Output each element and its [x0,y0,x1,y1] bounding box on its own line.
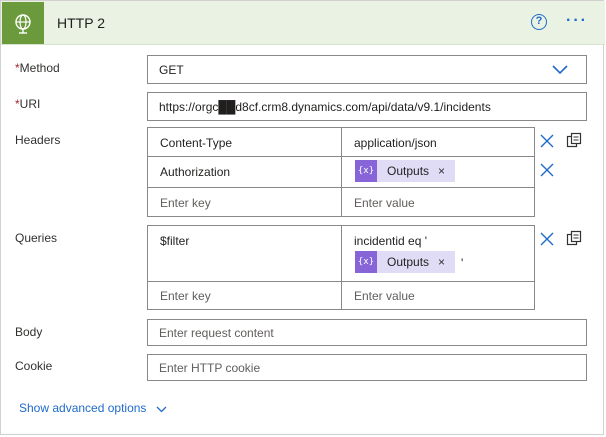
cookie-placeholder: Enter HTTP cookie [159,361,261,375]
header-value-input[interactable]: {x} Outputs × [341,156,535,188]
expression-icon: {x} [355,160,377,182]
help-icon[interactable]: ? [531,14,547,30]
action-header[interactable]: HTTP 2 ? ··· [1,1,605,45]
method-label-text: Method [19,61,60,75]
switch-to-text-mode-icon[interactable] [566,230,582,246]
header-key-input-empty[interactable]: Enter key [147,187,342,217]
query-value-text: incidentid eq ' [354,234,428,248]
query-key-value: $filter [160,234,190,248]
method-label: *Method [15,61,60,75]
remove-token-icon[interactable]: × [438,255,445,269]
query-key-input-empty[interactable]: Enter key [147,281,342,310]
delete-row-icon[interactable] [540,232,554,246]
switch-to-text-mode-icon[interactable] [566,132,582,148]
query-value-suffix: ' [461,256,464,270]
query-value-input-empty[interactable]: Enter value [341,281,535,310]
header-key-value: Authorization [160,165,231,179]
token-label: Outputs [387,164,430,178]
header-value-value: application/json [354,136,437,150]
body-label: Body [15,325,43,339]
header-value-input[interactable]: application/json [341,127,535,157]
cookie-label: Cookie [15,359,53,373]
remove-token-icon[interactable]: × [438,164,445,178]
token-label: Outputs [387,255,430,269]
uri-label-text: URI [19,97,41,111]
body-placeholder: Enter request content [159,326,274,340]
value-placeholder: Enter value [354,196,415,210]
header-value-input-empty[interactable]: Enter value [341,187,535,217]
advanced-options-label: Show advanced options [19,401,147,415]
value-placeholder: Enter value [354,289,415,303]
expression-icon: {x} [355,251,377,273]
delete-row-icon[interactable] [540,163,554,177]
header-key-input[interactable]: Authorization [147,156,342,188]
query-key-input[interactable]: $filter [147,225,342,282]
http-action-card: HTTP 2 ? ··· *Method GET *URI https://or… [0,0,605,435]
key-placeholder: Enter key [160,196,211,210]
uri-input[interactable]: https://orgc██d8cf.crm8.dynamics.com/api… [147,92,587,121]
method-value: GET [159,63,184,77]
chevron-down-icon [156,406,167,413]
queries-label: Queries [15,231,58,245]
query-value-input[interactable]: incidentid eq ' {x} Outputs × ' [341,225,535,282]
action-title[interactable]: HTTP 2 [57,15,105,31]
uri-label: *URI [15,97,40,111]
cookie-input[interactable]: Enter HTTP cookie [147,354,587,381]
headers-label: Headers [15,133,61,147]
body-input[interactable]: Enter request content [147,319,587,346]
chevron-down-icon[interactable] [552,65,568,75]
http-connector-icon [2,2,44,44]
dynamic-content-token[interactable]: {x} Outputs × [355,251,456,273]
uri-value: https://orgc██d8cf.crm8.dynamics.com/api… [159,100,491,114]
method-select[interactable]: GET [147,55,587,84]
delete-row-icon[interactable] [540,134,554,148]
header-key-value: Content-Type [160,136,233,150]
header-key-input[interactable]: Content-Type [147,127,342,157]
more-options-icon[interactable]: ··· [566,12,588,30]
show-advanced-options-link[interactable]: Show advanced options [19,401,167,415]
key-placeholder: Enter key [160,289,211,303]
dynamic-content-token[interactable]: {x} Outputs × [355,160,456,182]
